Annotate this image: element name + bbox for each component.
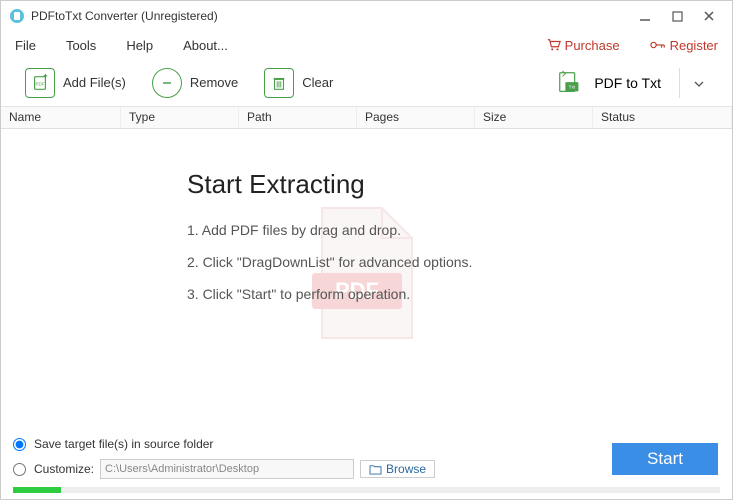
menu-help[interactable]: Help — [126, 38, 153, 53]
output-path-input[interactable] — [100, 459, 354, 479]
instruction-step-1: 1. Add PDF files by drag and drop. — [187, 222, 472, 238]
customize-label: Customize: — [34, 462, 94, 476]
purchase-label: Purchase — [565, 38, 620, 53]
svg-text:Txt: Txt — [569, 84, 576, 89]
progress-fill — [13, 487, 61, 493]
save-source-label: Save target file(s) in source folder — [34, 437, 213, 451]
column-name[interactable]: Name — [1, 107, 121, 128]
register-link[interactable]: Register — [650, 38, 718, 53]
convert-mode-button[interactable]: Txt PDF to Txt — [544, 65, 673, 101]
add-file-button[interactable]: PDF Add File(s) — [15, 64, 136, 102]
column-path[interactable]: Path — [239, 107, 357, 128]
menu-file[interactable]: File — [15, 38, 36, 53]
instructions-heading: Start Extracting — [187, 169, 472, 200]
menu-tools[interactable]: Tools — [66, 38, 96, 53]
remove-icon — [152, 68, 182, 98]
key-icon — [650, 38, 666, 52]
browse-button[interactable]: Browse — [360, 460, 435, 478]
minimize-button[interactable] — [638, 9, 652, 23]
column-pages[interactable]: Pages — [357, 107, 475, 128]
customize-radio[interactable] — [13, 463, 26, 476]
svg-text:PDF: PDF — [36, 81, 45, 86]
menu-about[interactable]: About... — [183, 38, 228, 53]
pdf-add-icon: PDF — [25, 68, 55, 98]
convert-label: PDF to Txt — [594, 75, 661, 91]
start-button[interactable]: Start — [612, 443, 718, 475]
close-button[interactable] — [702, 9, 716, 23]
add-file-label: Add File(s) — [63, 75, 126, 90]
chevron-down-icon — [694, 81, 704, 87]
clear-button[interactable]: Clear — [254, 64, 343, 102]
register-label: Register — [670, 38, 718, 53]
start-label: Start — [647, 449, 683, 469]
instructions: Start Extracting 1. Add PDF files by dra… — [187, 169, 472, 318]
maximize-button[interactable] — [670, 9, 684, 23]
convert-dropdown-button[interactable] — [679, 68, 718, 98]
progress-rest — [61, 487, 720, 493]
toolbar: PDF Add File(s) Remove Clear Txt PDF to … — [1, 59, 732, 107]
remove-button[interactable]: Remove — [142, 64, 248, 102]
output-panel: Save target file(s) in source folder Cus… — [1, 437, 732, 493]
window-title: PDFtoTxt Converter (Unregistered) — [31, 9, 218, 23]
pdf-to-txt-icon: Txt — [556, 69, 584, 97]
instruction-step-3: 3. Click "Start" to perform operation. — [187, 286, 472, 302]
save-source-radio[interactable] — [13, 438, 26, 451]
browse-label: Browse — [386, 462, 426, 476]
progress-bar — [13, 487, 720, 493]
app-icon — [9, 8, 25, 24]
remove-label: Remove — [190, 75, 238, 90]
folder-icon — [369, 464, 382, 475]
file-drop-area[interactable]: PDF Start Extracting 1. Add PDF files by… — [1, 129, 732, 417]
column-size[interactable]: Size — [475, 107, 593, 128]
cart-icon — [547, 38, 561, 52]
titlebar: PDFtoTxt Converter (Unregistered) — [1, 1, 732, 31]
trash-icon — [264, 68, 294, 98]
column-status[interactable]: Status — [593, 107, 732, 128]
file-table-header: Name Type Path Pages Size Status — [1, 107, 732, 129]
instruction-step-2: 2. Click "DragDownList" for advanced opt… — [187, 254, 472, 270]
column-type[interactable]: Type — [121, 107, 239, 128]
menubar: File Tools Help About... Purchase Regist… — [1, 31, 732, 59]
purchase-link[interactable]: Purchase — [547, 38, 620, 53]
clear-label: Clear — [302, 75, 333, 90]
